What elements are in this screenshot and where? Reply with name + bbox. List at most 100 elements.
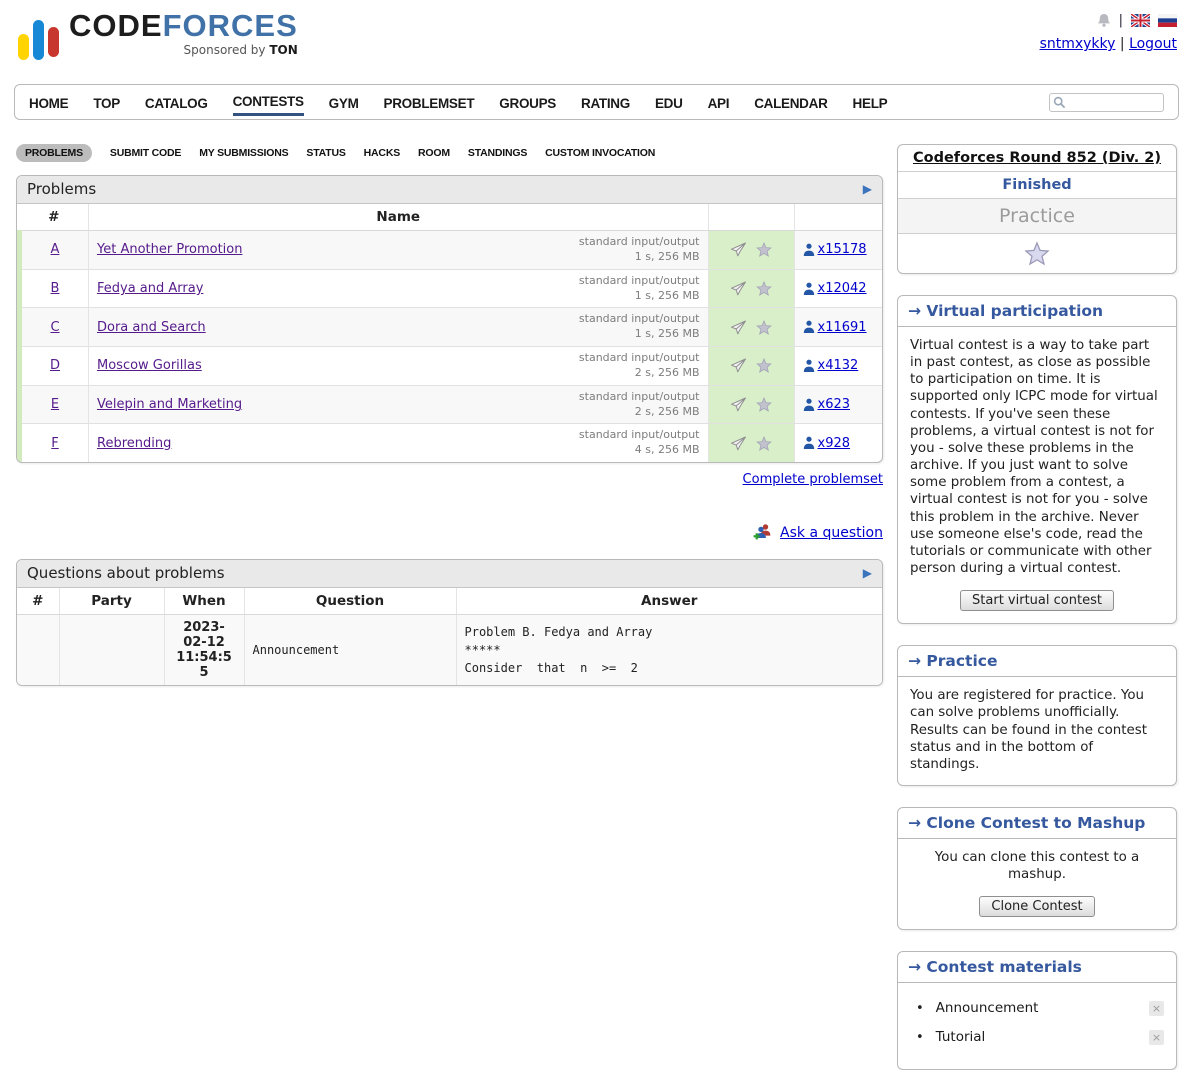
solved-count-link[interactable]: x4132 (818, 358, 859, 373)
problem-actions-cell (708, 347, 794, 386)
favorite-star-icon[interactable] (1024, 241, 1050, 266)
contest-tab-standings[interactable]: STANDINGS (468, 144, 527, 162)
logo-forces: FORCES (163, 8, 298, 43)
contest-tab-custom-invocation[interactable]: CUSTOM INVOCATION (545, 144, 655, 162)
problem-solved-cell: x928 (794, 424, 882, 462)
favorite-star-icon[interactable] (756, 358, 772, 373)
nav-item-gym[interactable]: GYM (329, 90, 359, 115)
submit-plane-icon[interactable] (730, 397, 747, 412)
contest-tab-room[interactable]: ROOM (418, 144, 450, 162)
problem-index-link[interactable]: A (51, 242, 60, 257)
nav-item-api[interactable]: API (708, 90, 730, 115)
submit-plane-icon[interactable] (730, 242, 747, 257)
questions-box: Questions about problems ▶ # Party When … (16, 559, 883, 686)
codeforces-logo[interactable]: CODEFORCES Sponsored by TON (14, 8, 298, 60)
logo-bar-blue (33, 20, 44, 60)
tagline-brand: TON (269, 43, 297, 57)
nav-item-help[interactable]: HELP (853, 90, 888, 115)
problem-name-link[interactable]: Yet Another Promotion (97, 242, 242, 257)
search-input[interactable] (1049, 93, 1164, 112)
problem-name-link[interactable]: Rebrending (97, 436, 171, 451)
flag-en-icon[interactable] (1131, 14, 1150, 27)
solved-count-link[interactable]: x928 (818, 436, 851, 451)
practice-title: → Practice (898, 646, 1176, 677)
question-answer-cell: Problem B. Fedya and Array ***** Conside… (456, 615, 882, 686)
q-col-when: When (164, 588, 244, 615)
practice-box: → Practice You are registered for practi… (897, 645, 1177, 786)
problem-name-link[interactable]: Moscow Gorillas (97, 358, 202, 373)
problem-name-link[interactable]: Dora and Search (97, 320, 206, 335)
contest-state: Finished (898, 172, 1176, 199)
header-icons: | (1040, 12, 1177, 28)
problem-row: E Velepin and Marketing standard input/o… (20, 385, 883, 424)
problem-name-cell: Dora and Search standard input/output 1 … (89, 308, 709, 347)
bullet-icon: • (916, 1030, 924, 1045)
solved-user-icon (803, 282, 815, 296)
logo-title: CODEFORCES (69, 10, 298, 41)
problem-actions-cell (708, 231, 794, 270)
problem-index-link[interactable]: B (51, 281, 60, 296)
favorite-star-icon[interactable] (756, 281, 772, 296)
practice-body: You are registered for practice. You can… (898, 677, 1176, 785)
problem-name-cell: Velepin and Marketing standard input/out… (89, 385, 709, 424)
contest-tab-submit-code[interactable]: SUBMIT CODE (110, 144, 181, 162)
problem-name-link[interactable]: Fedya and Array (97, 281, 203, 296)
nav-item-edu[interactable]: EDU (655, 90, 683, 115)
problem-name-link[interactable]: Velepin and Marketing (97, 397, 242, 412)
nav-item-contests[interactable]: CONTESTS (233, 88, 304, 116)
submit-plane-icon[interactable] (730, 281, 747, 296)
complete-problemset-link[interactable]: Complete problemset (743, 472, 883, 487)
solved-count-link[interactable]: x11691 (818, 320, 867, 335)
contest-tab-my-submissions[interactable]: MY SUBMISSIONS (199, 144, 288, 162)
problem-row: F Rebrending standard input/output 4 s, … (20, 424, 883, 462)
nav-item-rating[interactable]: RATING (581, 90, 630, 115)
favorite-star-icon[interactable] (756, 436, 772, 451)
problem-index-link[interactable]: F (51, 436, 58, 451)
clone-mashup-title: → Clone Contest to Mashup (898, 808, 1176, 839)
username-link[interactable]: sntmxykky (1040, 36, 1116, 52)
problem-limits: standard input/output 1 s, 256 MB (579, 274, 700, 304)
favorite-star-icon[interactable] (756, 397, 772, 412)
solved-count-link[interactable]: x623 (818, 397, 851, 412)
nav-item-calendar[interactable]: CALENDAR (754, 90, 827, 115)
problem-index-link[interactable]: C (50, 320, 59, 335)
nav-item-top[interactable]: TOP (93, 90, 120, 115)
material-close-icon[interactable]: × (1149, 1001, 1164, 1016)
material-close-icon[interactable]: × (1149, 1030, 1164, 1045)
nav-item-problemset[interactable]: PROBLEMSET (384, 90, 475, 115)
submit-plane-icon[interactable] (730, 358, 747, 373)
nav-item-home[interactable]: HOME (29, 90, 68, 115)
submit-plane-icon[interactable] (730, 436, 747, 451)
nav-item-groups[interactable]: GROUPS (499, 90, 556, 115)
contest-title-link[interactable]: Codeforces Round 852 (Div. 2) (913, 150, 1161, 166)
contest-material-item: • Announcement × (916, 1000, 1164, 1016)
ask-question-link[interactable]: Ask a question (780, 525, 883, 541)
solved-count-link[interactable]: x15178 (818, 242, 867, 257)
material-link[interactable]: Announcement (936, 1000, 1039, 1016)
clone-contest-button[interactable]: Clone Contest (979, 896, 1094, 917)
main-nav: HOME TOP CATALOG CONTESTS GYM PROBLEMSET GROUP… (14, 84, 1179, 120)
collapse-arrow-icon[interactable]: ▶ (863, 567, 872, 579)
material-link[interactable]: Tutorial (936, 1029, 986, 1045)
contest-tab-hacks[interactable]: HACKS (364, 144, 400, 162)
question-row: 2023-02-12 11:54:55 Announcement Problem… (17, 615, 882, 686)
start-virtual-contest-button[interactable]: Start virtual contest (960, 590, 1114, 611)
collapse-arrow-icon[interactable]: ▶ (863, 183, 872, 195)
contest-tab-status[interactable]: STATUS (306, 144, 345, 162)
favorite-star-icon[interactable] (756, 242, 772, 257)
problem-index-link[interactable]: E (51, 397, 59, 412)
col-name-header: Name (89, 204, 709, 231)
flag-ru-icon[interactable] (1158, 14, 1177, 27)
problems-box: Problems ▶ # Name A Yet Anot (16, 175, 883, 463)
questions-caption: Questions about problems ▶ (17, 560, 882, 588)
solved-count-link[interactable]: x12042 (818, 281, 867, 296)
favorite-star-icon[interactable] (756, 320, 772, 335)
submit-plane-icon[interactable] (730, 320, 747, 335)
nav-item-catalog[interactable]: CATALOG (145, 90, 208, 115)
contest-tab-problems[interactable]: PROBLEMS (16, 144, 92, 162)
bell-icon[interactable] (1097, 13, 1111, 28)
problem-index-link[interactable]: D (50, 358, 60, 373)
problem-index-cell: B (20, 269, 89, 308)
problem-io: standard input/output (579, 235, 700, 250)
logout-link[interactable]: Logout (1129, 36, 1177, 52)
